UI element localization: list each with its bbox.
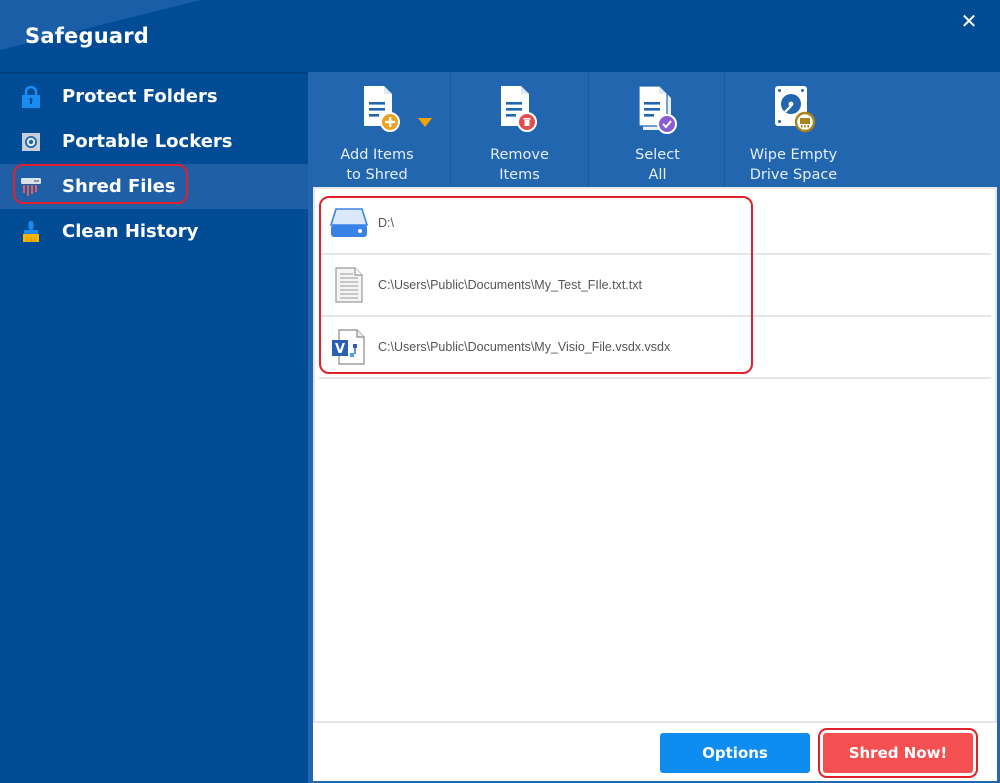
file-path: C:\Users\Public\Documents\My_Visio_File.…: [378, 340, 671, 354]
remove-items-button[interactable]: Remove Items: [451, 72, 588, 187]
add-document-icon: [356, 82, 406, 140]
file-list-item[interactable]: C:\Users\Public\Documents\My_Test_FIle.t…: [319, 255, 991, 317]
drive-icon: [329, 203, 369, 243]
sidebar-item-shred-files[interactable]: Shred Files: [0, 164, 308, 209]
file-path: D:\: [378, 216, 394, 230]
wipe-empty-drive-space-button[interactable]: Wipe Empty Drive Space: [725, 72, 862, 187]
file-list: D:\ C:\Users\Public\Documents\My_Test_FI…: [313, 187, 997, 723]
wipe-label-line1: Wipe Empty: [749, 147, 838, 163]
shredder-icon: [20, 175, 42, 199]
safe-icon: [20, 130, 42, 154]
footer: Options Shred Now!: [313, 723, 997, 781]
remove-document-icon: [493, 82, 543, 140]
sidebar-item-label: Portable Lockers: [62, 131, 233, 152]
wipe-empty-drive-space-label: Wipe Empty Drive Space: [725, 145, 862, 185]
select-all-label: Select All: [589, 145, 726, 185]
select-all-label-line1: Select: [635, 147, 680, 163]
add-items-label: Add Items to Shred: [308, 145, 446, 185]
text-file-icon: [329, 265, 369, 305]
shred-now-button[interactable]: Shred Now!: [823, 733, 973, 773]
options-button[interactable]: Options: [660, 733, 810, 773]
sidebar: Protect Folders Portable Lockers Shred F…: [0, 72, 308, 783]
lock-icon: [20, 85, 42, 109]
select-all-icon: [631, 82, 681, 140]
remove-items-label-line2: Items: [499, 167, 540, 183]
close-icon: ✕: [960, 9, 978, 33]
main-content: Add Items to Shred Remove Items Select A…: [308, 72, 1000, 783]
file-list-item[interactable]: D:\: [319, 193, 991, 255]
sidebar-item-clean-history[interactable]: Clean History: [0, 209, 308, 254]
dropdown-arrow-icon[interactable]: [418, 118, 432, 127]
wipe-drive-icon: [769, 82, 819, 140]
broom-icon: [20, 220, 42, 244]
add-items-label-line1: Add Items: [340, 147, 414, 163]
wipe-label-line2: Drive Space: [749, 167, 838, 183]
select-all-label-line2: All: [648, 167, 667, 183]
sidebar-item-label: Protect Folders: [62, 86, 218, 107]
sidebar-item-protect-folders[interactable]: Protect Folders: [0, 74, 308, 119]
remove-items-label-line1: Remove: [490, 147, 549, 163]
remove-items-label: Remove Items: [451, 145, 588, 185]
file-path: C:\Users\Public\Documents\My_Test_FIle.t…: [378, 278, 642, 292]
select-all-button[interactable]: Select All: [589, 72, 726, 187]
sidebar-item-portable-lockers[interactable]: Portable Lockers: [0, 119, 308, 164]
app-window: Safeguard ✕ Protect Folders Portable Loc…: [0, 0, 1000, 783]
app-title: Safeguard: [25, 24, 150, 48]
close-button[interactable]: ✕: [958, 10, 980, 32]
add-items-label-line2: to Shred: [346, 167, 408, 183]
sidebar-item-label: Clean History: [62, 221, 199, 242]
sidebar-item-label: Shred Files: [62, 176, 176, 197]
visio-file-icon: V: [329, 327, 369, 367]
title-bar: Safeguard ✕: [0, 0, 1000, 72]
toolbar: Add Items to Shred Remove Items Select A…: [308, 72, 1000, 187]
file-list-item[interactable]: V C:\Users\Public\Documents\My_Visio_Fil…: [319, 317, 991, 379]
svg-text:V: V: [335, 342, 345, 357]
add-items-button[interactable]: Add Items to Shred: [308, 72, 450, 187]
